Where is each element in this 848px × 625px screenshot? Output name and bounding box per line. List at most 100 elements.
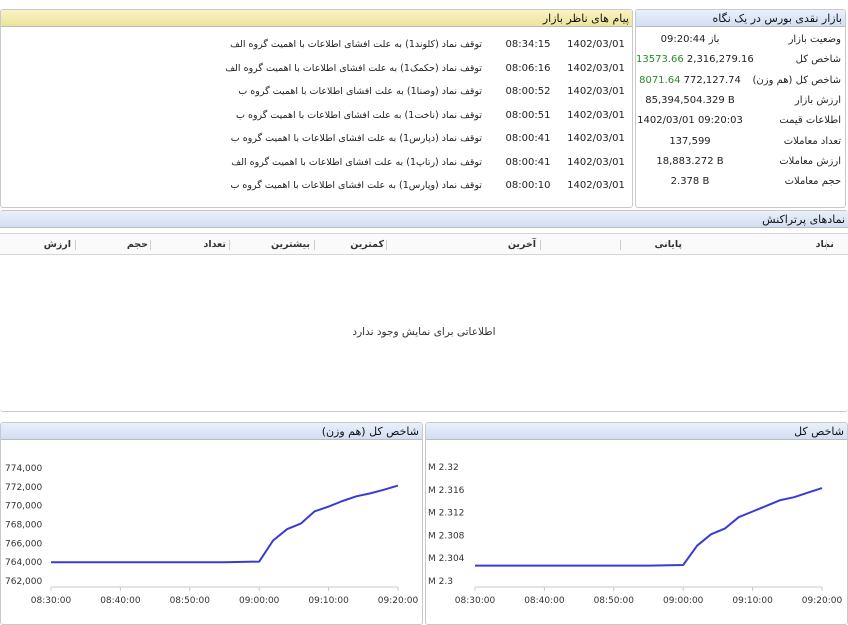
- y-tick-label: 772,000: [5, 483, 42, 493]
- col-divider: [540, 240, 541, 250]
- summary-row-value: 13573.66 2,316,279.16: [636, 54, 754, 65]
- summary-row-label: ارزش معاملات: [779, 155, 841, 167]
- message-date: 1402/03/01: [567, 39, 625, 50]
- summary-row: ارزش بازار 85,394,504.329 B: [636, 91, 845, 111]
- summary-title: بازار نقدی بورس در یک نگاه: [636, 10, 845, 27]
- col-divider: [314, 240, 315, 250]
- col-last[interactable]: آخرین: [508, 239, 536, 250]
- y-tick-label: 764,000: [5, 558, 42, 568]
- summary-row-value: 18,883.272 B: [636, 156, 744, 167]
- summary-row-label: شاخص کل (هم وزن): [752, 74, 841, 86]
- summary-row-label: وضعیت بازار: [788, 34, 841, 45]
- message-date: 1402/03/01: [567, 156, 625, 168]
- message-row[interactable]: 1402/03/01 08:00:52 توقف نماد (وصنا1) به ع…: [1, 80, 632, 104]
- message-time: 08:00:41: [505, 156, 551, 168]
- summary-row: وضعیت بازار باز 09:20:44: [636, 30, 845, 50]
- y-tick-label: M 2.308: [428, 531, 465, 541]
- message-row[interactable]: 1402/03/01 08:00:41 توقف نماد (دپارس1) به …: [1, 127, 632, 151]
- summary-row-value: 85,394,504.329 B: [636, 95, 744, 106]
- message-text: توقف نماد (رتاپ1) به علت افشای اطلاعات ب…: [231, 156, 482, 168]
- total-index-chart-panel: شاخص کل M 2.32 M 2.316 M 2.312 M 2.308 M 2.3…: [425, 422, 848, 625]
- message-time: 08:00:41: [505, 133, 551, 144]
- y-tick-label: M 2.316: [428, 486, 465, 496]
- x-tick-label: 09:00:00: [239, 596, 280, 606]
- x-tick-label: 08:40:00: [100, 596, 141, 606]
- equal-weight-index-chart-title: شاخص کل (هم وزن): [1, 423, 422, 440]
- summary-row-value: 2.378 B: [636, 176, 744, 187]
- summary-value-text: 2,316,279.16: [686, 54, 754, 66]
- index-series-line: [51, 484, 399, 564]
- summary-value-text: 772,127.74: [683, 74, 741, 86]
- col-value[interactable]: ارزش: [44, 239, 71, 250]
- summary-row-label: ارزش بازار: [794, 94, 841, 106]
- summary-row: شاخص کل 13573.66 2,316,279.16: [636, 50, 845, 70]
- x-tick-label: 08:40:00: [524, 596, 565, 606]
- col-divider: [229, 240, 230, 250]
- message-date: 1402/03/01: [567, 86, 625, 97]
- summary-value-text: 85,394,504.329 B: [645, 94, 735, 106]
- col-min[interactable]: کمترین: [350, 239, 384, 250]
- x-tick-label: 08:30:00: [31, 596, 72, 606]
- x-tick-label: 08:50:00: [170, 596, 211, 606]
- message-time: 08:34:15: [505, 39, 551, 50]
- summary-row-value: 137,599: [636, 136, 744, 147]
- col-divider: [386, 240, 387, 250]
- summary-row-label: حجم معاملات: [784, 176, 841, 188]
- summary-value-text: 1402/03/01 09:20:03: [637, 115, 743, 127]
- col-count[interactable]: تعداد: [203, 239, 226, 250]
- message-row[interactable]: 1402/03/01 08:00:41 توقف نماد (رتاپ1) به ع…: [1, 151, 632, 175]
- summary-row: تعداد معاملات 137,599: [636, 132, 845, 152]
- summary-row-value: 8071.64 772,127.74: [636, 75, 744, 86]
- index-change-value: 8071.64: [639, 74, 681, 86]
- col-volume[interactable]: حجم: [127, 239, 148, 250]
- message-text: توقف نماد (وپارس1) به علت افشای اطلاعات …: [230, 180, 482, 191]
- col-symbol[interactable]: نماد: [816, 239, 834, 250]
- summary-value-text: باز 09:20:44: [660, 34, 720, 45]
- summary-row: ارزش معاملات 18,883.272 B: [636, 152, 845, 172]
- col-close[interactable]: پایانی: [655, 239, 682, 250]
- message-time: 08:00:52: [505, 86, 551, 97]
- col-divider: [75, 240, 76, 250]
- summary-value-text: 2.378 B: [670, 176, 710, 188]
- summary-row: حجم معاملات 2.378 B: [636, 172, 845, 192]
- summary-row-value: باز 09:20:44: [636, 34, 744, 45]
- y-tick-label: M 2.312: [428, 509, 464, 519]
- summary-row: اطلاعات قیمت 1402/03/01 09:20:03: [636, 111, 845, 131]
- market-watcher-messages-panel: پیام های ناظر بازار 1402/03/01 08:34:15 تو…: [0, 9, 633, 208]
- message-text: توقف نماد (وصنا1) به علت افشای اطلاعات ب…: [238, 86, 482, 97]
- message-row[interactable]: 1402/03/01 08:00:51 توقف نماد (ناخت1) به ع…: [1, 104, 632, 128]
- total-index-chart: M 2.32M 2.316M 2.312M 2.308M 2.304M 2.30…: [428, 463, 842, 606]
- summary-value-text: 18,883.272 B: [656, 155, 724, 167]
- message-row[interactable]: 1402/03/01 08:34:15 توقف نماد (کلوند1) به …: [1, 33, 632, 57]
- messages-title: پیام های ناظر بازار: [1, 10, 632, 27]
- col-divider: [620, 240, 621, 250]
- y-tick-label: 774,000: [5, 464, 42, 474]
- top-traded-symbols-panel: نمادهای پرتراکنش نماد پایانی آخرین کمتری…: [0, 210, 848, 412]
- message-time: 08:00:51: [505, 109, 551, 121]
- message-row[interactable]: 1402/03/01 08:00:10 توقف نماد (وپارس1) به …: [1, 174, 632, 198]
- x-tick-label: 08:50:00: [594, 596, 635, 606]
- col-divider: [826, 240, 827, 250]
- summary-row-value: 1402/03/01 09:20:03: [636, 115, 744, 126]
- message-date: 1402/03/01: [567, 62, 625, 74]
- message-time: 08:06:16: [505, 62, 551, 74]
- message-date: 1402/03/01: [567, 109, 625, 121]
- x-tick-label: 09:10:00: [308, 596, 349, 606]
- x-tick-label: 09:20:00: [378, 596, 419, 606]
- summary-value-text: 137,599: [669, 135, 711, 147]
- summary-row-label: تعداد معاملات: [783, 135, 841, 147]
- summary-row: شاخص کل (هم وزن) 8071.64 772,127.74: [636, 71, 845, 91]
- y-tick-label: M 2.3: [428, 577, 453, 587]
- x-tick-label: 09:10:00: [732, 596, 773, 606]
- symbols-table-header: نماد پایانی آخرین کمترین بیشترین تعداد ح…: [0, 233, 848, 255]
- message-text: توقف نماد (ناخت1) به علت افشای اطلاعات ب…: [236, 109, 482, 121]
- y-tick-label: 766,000: [5, 539, 42, 549]
- col-max[interactable]: بیشترین: [271, 239, 310, 250]
- message-text: توقف نماد (دپارس1) به علت افشای اطلاعات …: [230, 133, 482, 144]
- message-date: 1402/03/01: [567, 180, 625, 191]
- market-summary-panel: بازار نقدی بورس در یک نگاه وضعیت بازار با…: [635, 9, 846, 208]
- summary-row-label: اطلاعات قیمت: [779, 115, 841, 127]
- index-series-line: [475, 487, 823, 567]
- message-row[interactable]: 1402/03/01 08:06:16 توقف نماد (حکمک1) به ع…: [1, 57, 632, 81]
- equal-weight-index-chart-panel: شاخص کل (هم وزن) 774,000 772,000 770,000 76…: [0, 422, 423, 625]
